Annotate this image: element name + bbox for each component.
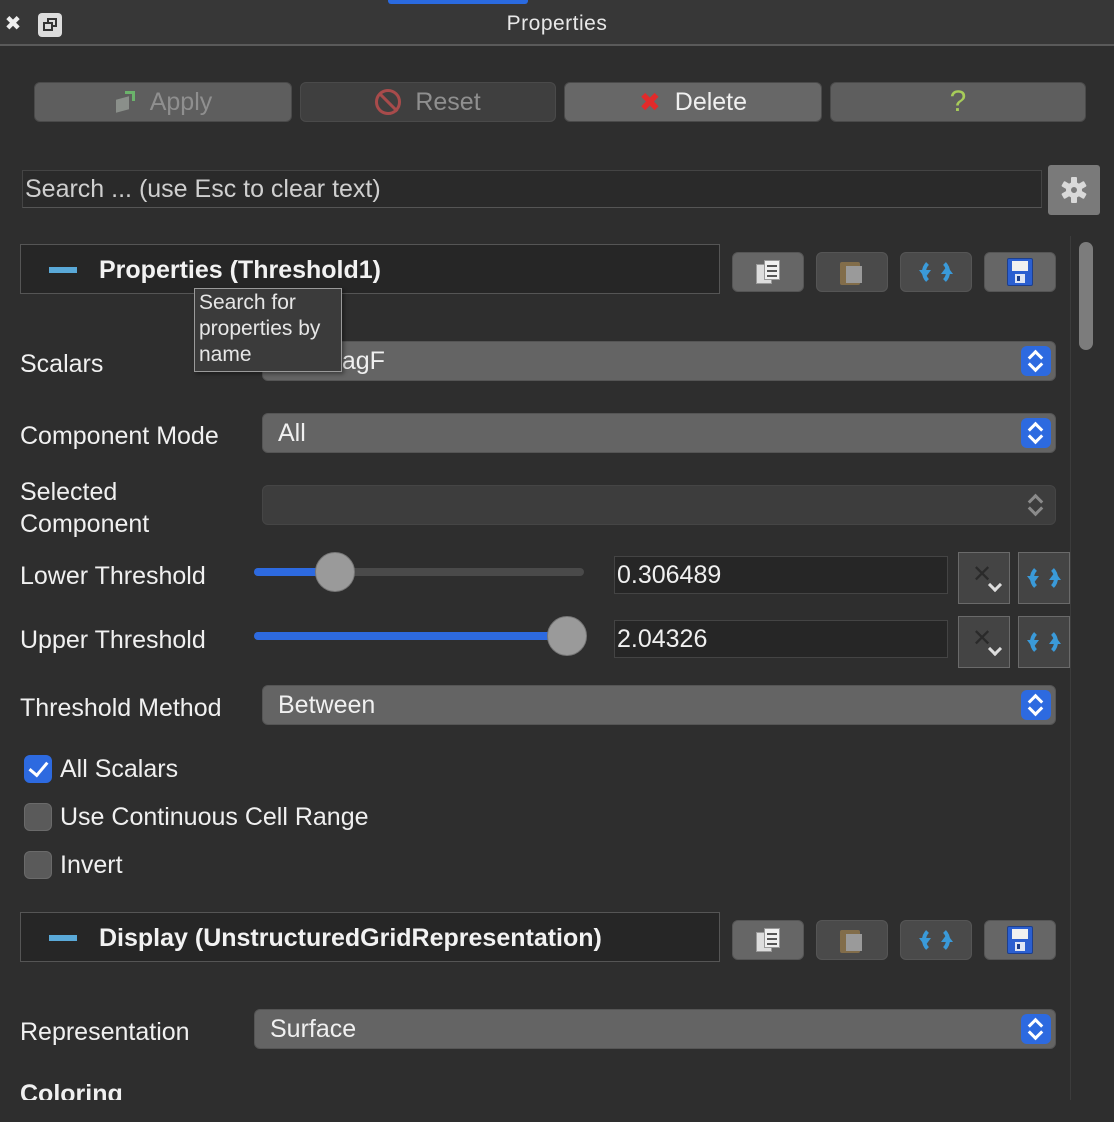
chevron-updown-icon xyxy=(1021,418,1051,448)
representation-value: Surface xyxy=(270,1015,357,1043)
active-tab-indicator xyxy=(388,0,528,4)
chevron-updown-icon xyxy=(1021,346,1051,376)
invert-label: Invert xyxy=(60,850,123,879)
upper-threshold-label: Upper Threshold xyxy=(20,626,206,654)
upper-threshold-handle[interactable] xyxy=(547,616,587,656)
display-section-title: Display (UnstructuredGridRepresentation) xyxy=(99,924,602,952)
scrollbar-thumb[interactable] xyxy=(1079,242,1093,350)
gear-icon xyxy=(1061,177,1087,203)
upper-threshold-scale-button[interactable]: ✕ xyxy=(958,616,1010,668)
delete-label: Delete xyxy=(674,87,748,116)
lower-threshold-handle[interactable] xyxy=(315,552,355,592)
paste-properties-button[interactable] xyxy=(816,252,888,292)
all-scalars-row[interactable]: All Scalars xyxy=(24,754,178,784)
panel-title: Properties xyxy=(506,12,608,35)
delete-button[interactable]: ✖ Delete xyxy=(564,82,822,122)
refresh-icon xyxy=(1027,628,1061,656)
chevron-updown-icon xyxy=(1021,1014,1051,1044)
chevron-updown-icon xyxy=(1021,690,1051,720)
scale-range-icon: ✕ xyxy=(964,622,1004,662)
advanced-settings-button[interactable] xyxy=(1048,165,1100,215)
scalars-combo[interactable]: magF xyxy=(262,341,1056,381)
apply-icon xyxy=(114,91,136,113)
apply-label: Apply xyxy=(149,87,213,116)
scale-range-icon: ✕ xyxy=(964,558,1004,598)
reset-label: Reset xyxy=(415,87,481,116)
refresh-icon xyxy=(919,258,953,286)
properties-section-header[interactable]: Properties (Threshold1) xyxy=(20,244,720,294)
properties-section-title: Properties (Threshold1) xyxy=(99,256,381,284)
lower-threshold-reset-button[interactable] xyxy=(1018,552,1070,604)
search-input[interactable] xyxy=(22,170,1042,208)
refresh-icon xyxy=(919,926,953,954)
upper-threshold-input[interactable]: 2.04326 xyxy=(614,620,948,658)
restore-defaults-button[interactable] xyxy=(900,252,972,292)
help-button[interactable]: ? xyxy=(830,82,1086,122)
upper-threshold-fill xyxy=(254,632,569,640)
copy-icon xyxy=(756,260,780,284)
all-scalars-checkbox[interactable] xyxy=(24,755,52,783)
copy-icon xyxy=(756,928,780,952)
all-scalars-label: All Scalars xyxy=(60,754,179,783)
search-tooltip: Search for properties by name xyxy=(194,288,342,372)
lower-threshold-scale-button[interactable]: ✕ xyxy=(958,552,1010,604)
collapse-icon xyxy=(49,935,77,941)
selected-component-combo[interactable] xyxy=(262,485,1056,525)
lower-threshold-slider[interactable] xyxy=(254,552,584,592)
component-mode-value: All xyxy=(278,419,306,447)
copy-display-button[interactable] xyxy=(732,920,804,960)
continuous-cell-range-row[interactable]: Use Continuous Cell Range xyxy=(24,802,369,832)
reset-button[interactable]: Reset xyxy=(300,82,556,122)
threshold-method-value: Between xyxy=(278,691,376,719)
paste-display-button[interactable] xyxy=(816,920,888,960)
vertical-scrollbar[interactable] xyxy=(1070,236,1100,1100)
lower-threshold-label: Lower Threshold xyxy=(20,562,206,590)
display-section-header[interactable]: Display (UnstructuredGridRepresentation) xyxy=(20,912,720,962)
panel-bottom-edge xyxy=(0,1100,1114,1122)
reset-icon xyxy=(375,89,402,115)
restore-display-defaults-button[interactable] xyxy=(900,920,972,960)
upper-threshold-reset-button[interactable] xyxy=(1018,616,1070,668)
continuous-cell-range-label: Use Continuous Cell Range xyxy=(60,802,369,831)
representation-label: Representation xyxy=(20,1018,190,1046)
invert-row[interactable]: Invert xyxy=(24,850,123,880)
save-defaults-button[interactable] xyxy=(984,252,1056,292)
save-icon xyxy=(1007,926,1033,954)
collapse-icon xyxy=(49,267,77,273)
lower-threshold-input[interactable]: 0.306489 xyxy=(614,556,948,594)
invert-checkbox[interactable] xyxy=(24,851,52,879)
refresh-icon xyxy=(1027,564,1061,592)
threshold-method-combo[interactable]: Between xyxy=(262,685,1056,725)
save-display-defaults-button[interactable] xyxy=(984,920,1056,960)
continuous-cell-range-checkbox[interactable] xyxy=(24,803,52,831)
chevron-updown-icon xyxy=(1021,490,1051,520)
help-label: ? xyxy=(949,85,967,118)
copy-properties-button[interactable] xyxy=(732,252,804,292)
delete-icon: ✖ xyxy=(638,86,661,117)
paste-icon xyxy=(840,259,864,285)
component-mode-combo[interactable]: All xyxy=(262,413,1056,453)
selected-component-label: Selected Component xyxy=(20,478,150,538)
panel-title-bar: ✖ Properties xyxy=(0,0,1114,46)
save-icon xyxy=(1007,258,1033,286)
representation-combo[interactable]: Surface xyxy=(254,1009,1056,1049)
apply-button[interactable]: Apply xyxy=(34,82,292,122)
upper-threshold-slider[interactable] xyxy=(254,616,587,656)
threshold-method-label: Threshold Method xyxy=(20,694,222,722)
component-mode-label: Component Mode xyxy=(20,422,219,450)
paste-icon xyxy=(840,927,864,953)
scalars-label: Scalars xyxy=(20,350,104,378)
